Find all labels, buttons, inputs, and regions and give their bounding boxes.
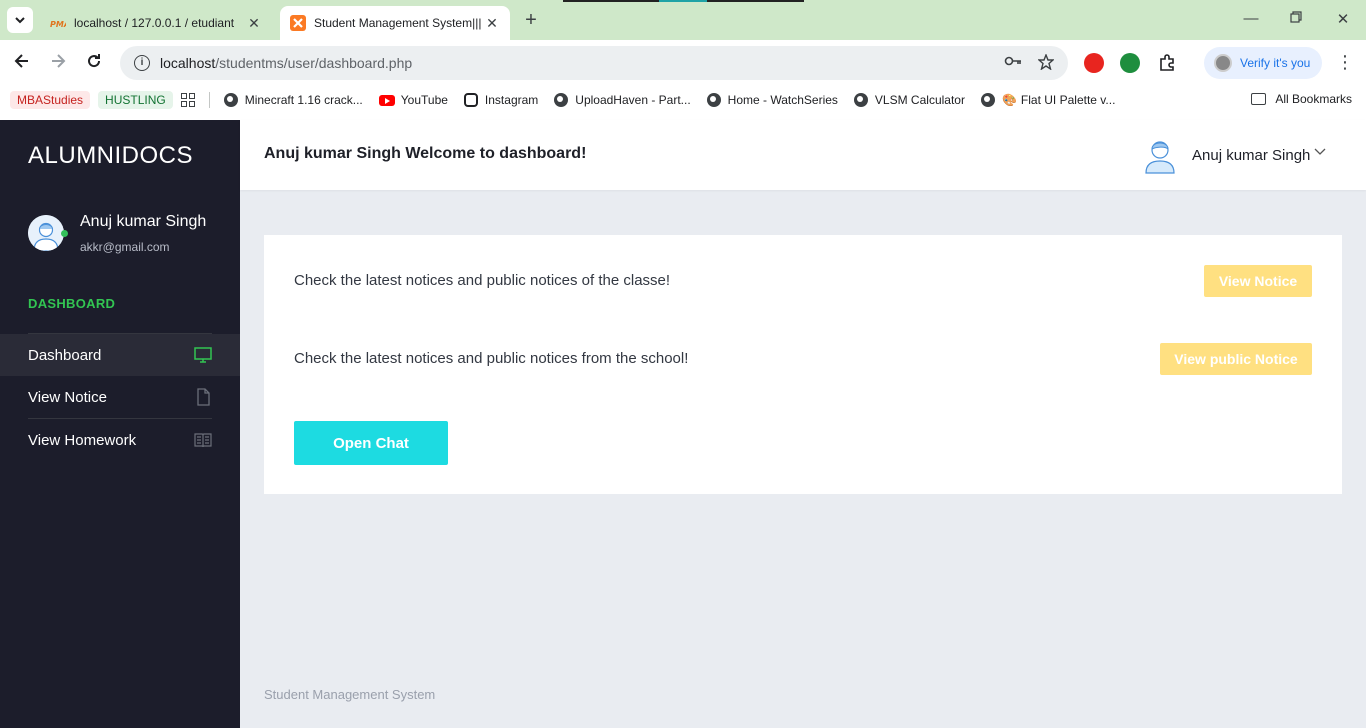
- bookmark-item[interactable]: YouTube: [378, 93, 448, 107]
- back-arrow-icon[interactable]: [11, 52, 33, 74]
- browser-tabstrip: PMA localhost / 127.0.0.1 / etudiant ✕ S…: [0, 0, 1366, 40]
- reload-icon[interactable]: [83, 52, 105, 74]
- tab-search-button[interactable]: [7, 7, 33, 33]
- sidebar-item-label: View Homework: [28, 431, 137, 449]
- chevron-down-icon[interactable]: [1314, 146, 1326, 158]
- globe-icon: [980, 93, 995, 107]
- top-header: Anuj kumar Singh Welcome to dashboard! A…: [240, 120, 1366, 190]
- grammar-extension-icon[interactable]: [1120, 53, 1140, 73]
- header-avatar[interactable]: [1143, 136, 1177, 174]
- phpmyadmin-icon: PMA: [50, 15, 66, 31]
- bookmark-mbastudies[interactable]: MBAStudies: [10, 91, 91, 109]
- svg-text:PMA: PMA: [50, 20, 66, 29]
- browser-toolbar: i localhost/studentms/user/dashboard.php…: [0, 40, 1366, 86]
- bookmark-item[interactable]: VLSM Calculator: [853, 93, 965, 107]
- address-bar[interactable]: i localhost/studentms/user/dashboard.php: [120, 46, 1068, 80]
- site-info-icon[interactable]: i: [134, 55, 150, 71]
- adblock-extension-icon[interactable]: [1084, 53, 1104, 73]
- more-menu-icon[interactable]: ⋮: [1336, 52, 1354, 73]
- tab-student-management[interactable]: Student Management System||| ✕: [280, 6, 510, 40]
- restore-icon[interactable]: [1286, 10, 1306, 27]
- bookmark-item[interactable]: Instagram: [463, 93, 538, 107]
- bookmarks-separator: [208, 92, 210, 108]
- sidebar-item-label: View Notice: [28, 388, 107, 406]
- window-top-indicator: [563, 0, 804, 2]
- view-public-notice-button[interactable]: View public Notice: [1160, 343, 1312, 375]
- open-chat-button[interactable]: Open Chat: [294, 421, 448, 465]
- brand-logo[interactable]: ALUMNIDOCS: [28, 142, 193, 170]
- class-notice-text: Check the latest notices and public noti…: [294, 272, 671, 289]
- forward-arrow-icon[interactable]: [47, 52, 69, 74]
- url-text: localhost/studentms/user/dashboard.php: [160, 55, 413, 71]
- online-status-dot: [61, 230, 68, 237]
- sidebar-item-dashboard[interactable]: Dashboard: [0, 334, 240, 376]
- page-title: Anuj kumar Singh Welcome to dashboard!: [264, 145, 587, 162]
- new-tab-button[interactable]: +: [520, 9, 542, 32]
- globe-icon: [706, 93, 721, 107]
- folder-icon: [1251, 93, 1267, 105]
- sidebar-item-label: Dashboard: [28, 346, 102, 364]
- bookmarks-bar: MBAStudies HUSTLING Minecraft 1.16 crack…: [0, 86, 1366, 114]
- sidebar-item-view-homework[interactable]: View Homework: [0, 419, 240, 461]
- minimize-icon[interactable]: —: [1241, 10, 1261, 27]
- youtube-icon: [378, 94, 395, 106]
- tab-title: Student Management System|||: [314, 16, 482, 30]
- bookmark-item[interactable]: UploadHaven - Part...: [554, 93, 691, 107]
- globe-icon: [554, 93, 569, 107]
- sidebar: ALUMNIDOCS Anuj kumar Singh akkr@gmail.c…: [0, 120, 240, 728]
- profile-avatar-icon: [1214, 54, 1232, 72]
- window-close-icon[interactable]: ✕: [1333, 10, 1353, 28]
- header-user-name[interactable]: Anuj kumar Singh: [1192, 147, 1310, 164]
- bookmark-hustling[interactable]: HUSTLING: [98, 91, 173, 109]
- close-icon[interactable]: ✕: [484, 15, 500, 32]
- tab-title: localhost / 127.0.0.1 / etudiant: [74, 16, 235, 30]
- all-bookmarks-button[interactable]: All Bookmarks: [1251, 92, 1352, 106]
- extensions-puzzle-icon[interactable]: [1157, 53, 1177, 73]
- close-icon[interactable]: ✕: [246, 15, 262, 32]
- password-key-icon[interactable]: [1004, 54, 1022, 73]
- globe-icon: [853, 93, 868, 107]
- monitor-icon: [194, 347, 212, 363]
- sidebar-section-title: DASHBOARD: [28, 296, 116, 311]
- chevron-down-icon: [15, 17, 25, 24]
- bookmark-item[interactable]: 🎨 Flat UI Palette v...: [980, 93, 1115, 107]
- instagram-icon: [463, 93, 478, 107]
- book-icon: [194, 433, 212, 448]
- sidebar-user-name: Anuj kumar Singh: [80, 213, 207, 230]
- file-icon: [197, 388, 210, 406]
- globe-icon: [223, 93, 238, 107]
- sidebar-item-view-notice[interactable]: View Notice: [0, 376, 240, 418]
- dashboard-card: Check the latest notices and public noti…: [264, 235, 1342, 494]
- public-notice-text: Check the latest notices and public noti…: [294, 350, 689, 367]
- xampp-icon: [290, 15, 306, 31]
- palette-icon: 🎨: [1001, 93, 1017, 107]
- bookmark-item[interactable]: Minecraft 1.16 crack...: [223, 93, 363, 107]
- bookmark-item[interactable]: Home - WatchSeries: [706, 93, 838, 107]
- footer-text: Student Management System: [264, 687, 436, 702]
- app-root: ALUMNIDOCS Anuj kumar Singh akkr@gmail.c…: [0, 120, 1366, 728]
- apps-grid-icon[interactable]: [180, 93, 195, 107]
- profile-verify-button[interactable]: Verify it's you: [1204, 47, 1322, 79]
- tab-phpmyadmin[interactable]: PMA localhost / 127.0.0.1 / etudiant ✕: [40, 6, 272, 40]
- avatar: [28, 215, 64, 251]
- bookmark-star-icon[interactable]: [1037, 53, 1055, 73]
- view-notice-button[interactable]: View Notice: [1204, 265, 1312, 297]
- sidebar-user-email: akkr@gmail.com: [80, 240, 170, 254]
